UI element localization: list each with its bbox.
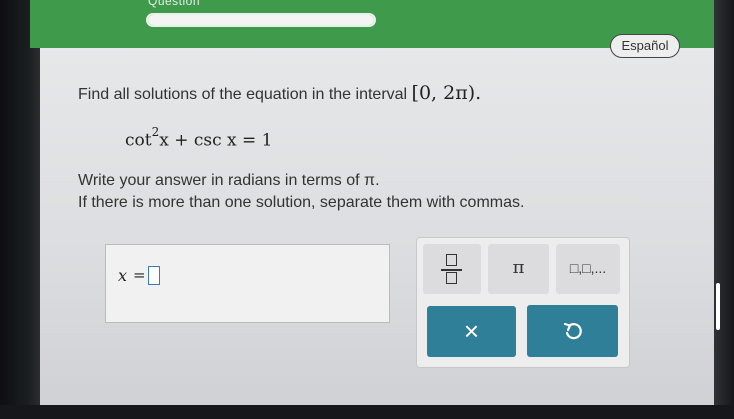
language-button[interactable]: Español: [610, 34, 680, 58]
answer-input[interactable]: [148, 266, 160, 285]
undo-icon: [563, 322, 582, 340]
equation-rest: x + csc x = 1: [159, 130, 273, 151]
multiple-solutions-text: If there is more than one solution, sepa…: [78, 194, 525, 211]
fraction-key[interactable]: [423, 244, 481, 294]
instruction-text: Find all solutions of the equation in th…: [78, 86, 408, 103]
equation-cot: cot: [125, 130, 152, 151]
pi-key[interactable]: π: [488, 244, 549, 294]
clear-key[interactable]: ×: [427, 306, 516, 357]
scrollbar-thumb[interactable]: [716, 283, 720, 330]
device-bezel-right: [714, 0, 734, 419]
progress-bar: [146, 13, 376, 27]
answer-format-text: Write your answer in radians in terms of…: [78, 172, 380, 189]
undo-key[interactable]: [527, 305, 618, 357]
equation: cot2x + csc x = 1: [125, 125, 273, 151]
header-title: Question: [148, 0, 201, 8]
equation-exponent: 2: [151, 125, 160, 139]
list-key[interactable]: □,□,...: [556, 244, 620, 294]
fraction-bar-icon: [441, 269, 462, 271]
device-bezel-bottom: [0, 405, 734, 419]
answer-variable: x: [118, 266, 128, 285]
answer-equals: =: [133, 266, 146, 284]
interval-text: [0, 2π).: [411, 82, 482, 104]
progress-fill: [148, 15, 374, 25]
device-bezel-left: [0, 0, 40, 419]
fraction-numerator-icon: [446, 254, 457, 266]
question-instruction: Find all solutions of the equation in th…: [78, 82, 481, 104]
fraction-denominator-icon: [446, 272, 457, 284]
